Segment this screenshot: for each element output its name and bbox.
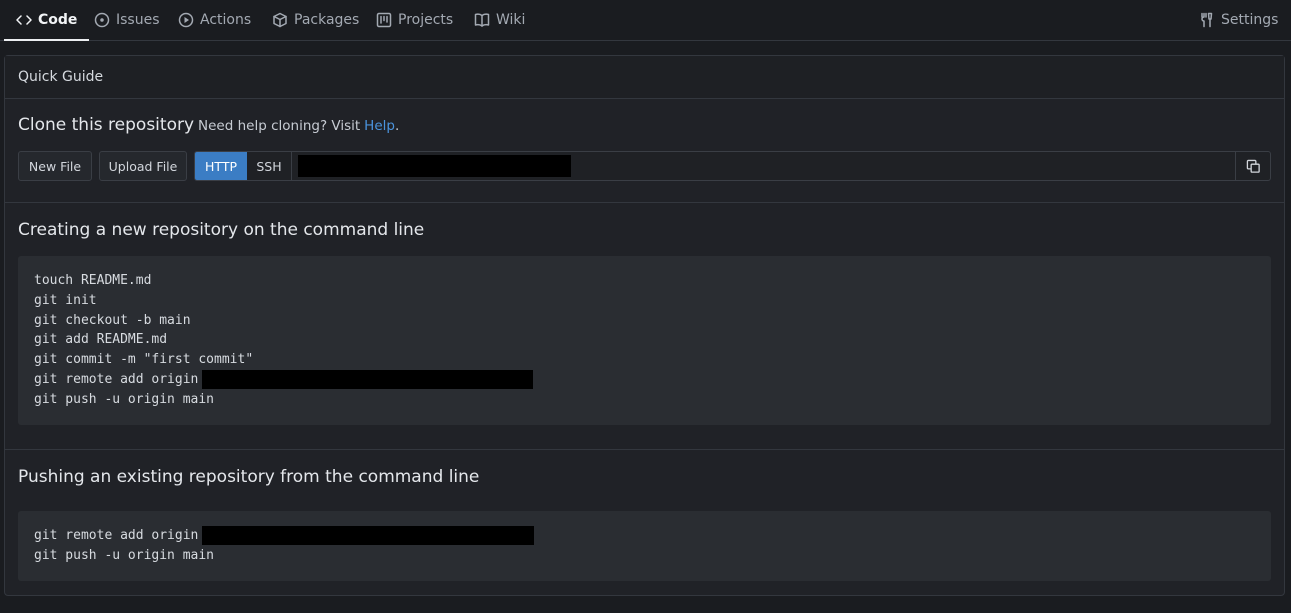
code-line: git checkout -b main <box>34 311 1255 331</box>
code-line: git push -u origin main <box>34 546 1255 566</box>
help-suffix: . <box>394 118 400 134</box>
clone-url-group: HTTP SSH <box>194 151 1271 181</box>
code-text: git init <box>34 292 97 308</box>
quick-guide-panel: Quick Guide Clone this repository Need h… <box>4 55 1285 596</box>
project-icon <box>376 12 392 28</box>
code-icon <box>16 15 32 25</box>
tab-packages[interactable]: Packages <box>272 0 359 40</box>
new-repo-title: Creating a new repository on the command… <box>18 220 425 240</box>
tab-actions[interactable]: Actions <box>178 0 251 40</box>
issue-icon <box>94 12 110 28</box>
tab-wiki-label: Wiki <box>496 12 526 28</box>
play-icon <box>178 12 194 28</box>
code-text: git add README.md <box>34 332 168 348</box>
code-text: git remote add origin <box>34 528 199 543</box>
tab-projects-label: Projects <box>398 12 454 28</box>
clone-section: Clone this repository Need help cloning?… <box>5 100 1284 203</box>
tab-issues-label: Issues <box>116 12 160 28</box>
help-link[interactable]: Help <box>364 118 395 134</box>
quick-guide-header: Quick Guide <box>5 56 1284 99</box>
tab-code[interactable]: Code <box>3 0 90 41</box>
package-icon <box>273 12 287 28</box>
existing-repo-section: Pushing an existing repository from the … <box>5 451 1284 595</box>
code-text: git push -u origin main <box>34 391 215 407</box>
code-text: git remote add origin <box>34 371 199 387</box>
tab-actions-label: Actions <box>200 12 252 28</box>
code-text: git push -u origin main <box>34 547 215 563</box>
code-text: git checkout -b main <box>34 312 191 328</box>
clone-url-input[interactable] <box>292 152 1235 180</box>
repo-nav: Code Issues Actions Packages Projects Wi… <box>0 0 1291 41</box>
tools-icon <box>1201 12 1213 28</box>
code-line: git remote add origin <box>34 370 1255 390</box>
code-line: git push -u origin main <box>34 390 1255 410</box>
http-protocol-button[interactable]: HTTP <box>195 152 247 180</box>
code-line: git init <box>34 291 1255 311</box>
copy-icon <box>1246 159 1260 173</box>
code-text: git commit -m "first commit" <box>34 352 254 368</box>
tab-wiki[interactable]: Wiki <box>474 0 525 40</box>
copy-url-button[interactable] <box>1235 152 1270 180</box>
tab-packages-label: Packages <box>294 12 360 28</box>
code-line: git remote add origin <box>34 526 1255 546</box>
new-file-button[interactable]: New File <box>18 151 92 181</box>
tab-projects[interactable]: Projects <box>376 0 453 40</box>
redacted-remote-url <box>202 370 534 390</box>
code-line: git add README.md <box>34 330 1255 350</box>
tab-issues[interactable]: Issues <box>94 0 160 40</box>
ssh-protocol-button[interactable]: SSH <box>247 152 292 180</box>
tab-code-label: Code <box>38 12 78 28</box>
upload-file-button[interactable]: Upload File <box>99 151 187 181</box>
tab-settings[interactable]: Settings <box>1199 0 1278 40</box>
new-repo-code-block: touch README.md git init git checkout -b… <box>18 256 1271 425</box>
existing-repo-title: Pushing an existing repository from the … <box>18 467 480 487</box>
new-repo-section: Creating a new repository on the command… <box>5 204 1284 450</box>
book-icon <box>474 13 490 27</box>
clone-help-text: Need help cloning? Visit <box>198 118 361 134</box>
code-line: git commit -m "first commit" <box>34 350 1255 370</box>
redacted-remote-url <box>202 526 535 546</box>
existing-repo-code-block: git remote add origin git push -u origin… <box>18 511 1271 581</box>
code-text: touch README.md <box>34 273 152 288</box>
clone-title-row: Clone this repository Need help cloning?… <box>18 115 399 135</box>
clone-title: Clone this repository <box>18 115 195 135</box>
code-line: touch README.md <box>34 271 1255 291</box>
redacted-url <box>298 155 571 177</box>
tab-settings-label: Settings <box>1221 12 1279 28</box>
